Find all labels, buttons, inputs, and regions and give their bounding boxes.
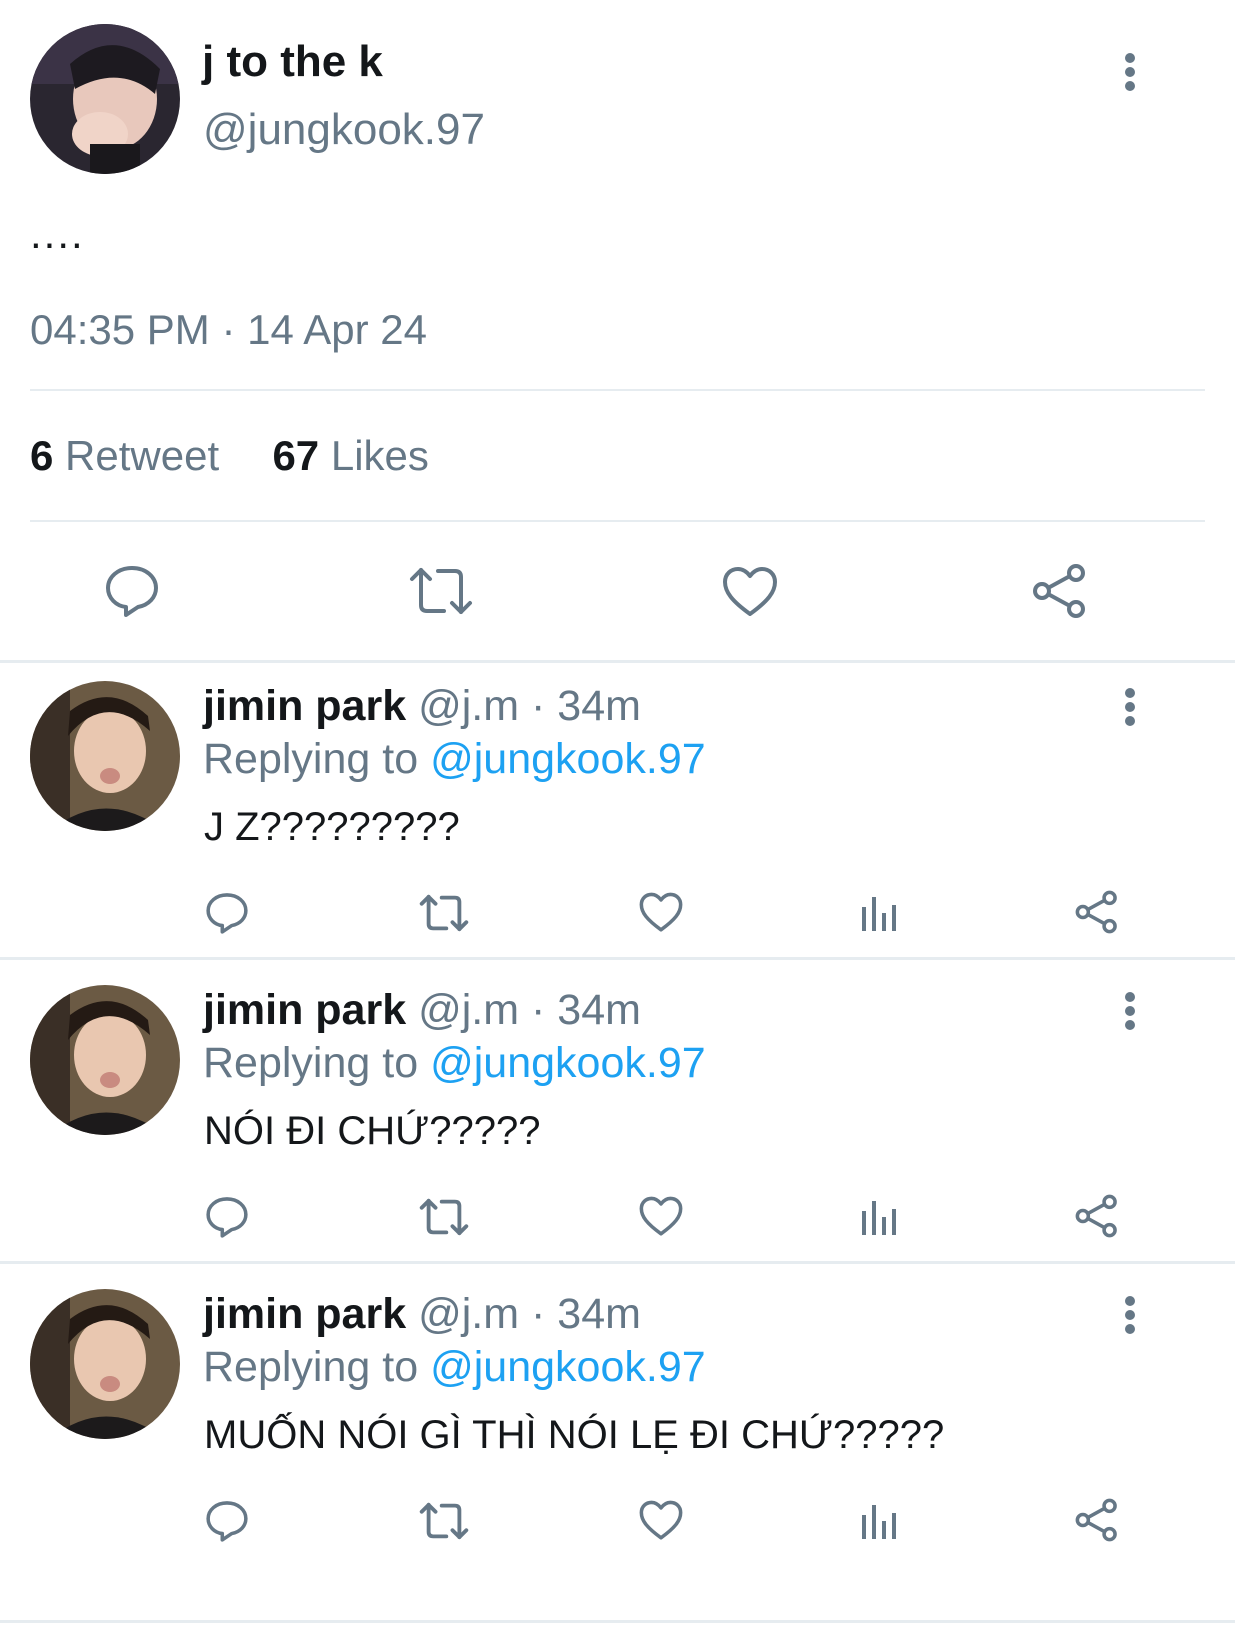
author-handle[interactable]: @jungkook.97 (203, 106, 485, 154)
reply-text: NÓI ĐI CHỨ????? (204, 1109, 541, 1153)
replying-label: Replying to (203, 1039, 419, 1087)
reply-handle[interactable]: @j.m (418, 986, 519, 1034)
heart-icon[interactable] (722, 566, 778, 618)
retweet-icon[interactable] (418, 893, 470, 933)
heart-icon[interactable] (639, 1500, 683, 1541)
date-separator: · (221, 306, 236, 353)
analytics-icon[interactable] (860, 893, 898, 933)
reply-text: MUỐN NÓI GÌ THÌ NÓI LẸ ĐI CHỨ????? (204, 1413, 945, 1457)
likes-count[interactable]: 67 (272, 432, 319, 479)
analytics-icon[interactable] (860, 1197, 898, 1237)
tweet-timestamp: 04:35 PM · 14 Apr 24 (30, 306, 427, 354)
reply-header: jimin park @j.m · 34m (203, 986, 641, 1035)
comment-icon[interactable] (205, 1499, 249, 1543)
tweet-text: .... (30, 210, 85, 257)
section-separator (0, 1261, 1235, 1264)
reply-time: 34m (557, 1290, 641, 1338)
heart-icon[interactable] (639, 892, 683, 933)
reply-handle[interactable]: @j.m (418, 682, 519, 730)
tweet-detail-screen: j to the k @jungkook.97 .... 04:35 PM · … (0, 0, 1235, 1626)
reply-display-name[interactable]: jimin park (203, 1290, 406, 1338)
share-icon[interactable] (1075, 1498, 1119, 1542)
divider (30, 520, 1205, 522)
retweet-icon[interactable] (418, 1501, 470, 1541)
mention-link[interactable]: @jungkook.97 (430, 735, 706, 783)
heart-icon[interactable] (639, 1196, 683, 1237)
reply-handle[interactable]: @j.m (418, 1290, 519, 1338)
section-separator (0, 1620, 1235, 1623)
replying-to: Replying to @jungkook.97 (203, 1343, 706, 1392)
replying-label: Replying to (203, 735, 419, 783)
retweet-icon[interactable] (418, 1197, 470, 1237)
comment-icon[interactable] (205, 891, 249, 935)
share-icon[interactable] (1032, 563, 1088, 619)
reply-avatar[interactable] (30, 681, 180, 831)
more-vertical-icon[interactable] (1120, 53, 1140, 93)
reply-header: jimin park @j.m · 34m (203, 682, 641, 731)
divider (30, 389, 1205, 391)
reply-header: jimin park @j.m · 34m (203, 1290, 641, 1339)
reply-avatar[interactable] (30, 985, 180, 1135)
replying-to: Replying to @jungkook.97 (203, 735, 706, 784)
tweet-date: 14 Apr 24 (247, 306, 427, 353)
replying-to: Replying to @jungkook.97 (203, 1039, 706, 1088)
retweet-count[interactable]: 6 (30, 432, 53, 479)
analytics-icon[interactable] (860, 1501, 898, 1541)
comment-icon[interactable] (104, 563, 160, 619)
time-separator: · (531, 1290, 546, 1338)
more-vertical-icon[interactable] (1120, 992, 1140, 1032)
mention-link[interactable]: @jungkook.97 (430, 1039, 706, 1087)
reply-time: 34m (557, 986, 641, 1034)
section-separator (0, 957, 1235, 960)
reply-time: 34m (557, 682, 641, 730)
comment-icon[interactable] (205, 1195, 249, 1239)
tweet-time: 04:35 PM (30, 306, 210, 353)
reply-display-name[interactable]: jimin park (203, 986, 406, 1034)
time-separator: · (531, 986, 546, 1034)
section-separator (0, 660, 1235, 663)
time-separator: · (531, 682, 546, 730)
reply-text: J Z????????? (204, 805, 460, 849)
more-vertical-icon[interactable] (1120, 1296, 1140, 1336)
author-avatar[interactable] (30, 24, 180, 174)
reply-avatar[interactable] (30, 1289, 180, 1439)
engagement-stats: 6 Retweet 67 Likes (30, 432, 429, 480)
reply-display-name[interactable]: jimin park (203, 682, 406, 730)
share-icon[interactable] (1075, 1194, 1119, 1238)
retweet-icon[interactable] (408, 565, 474, 617)
share-icon[interactable] (1075, 890, 1119, 934)
replying-label: Replying to (203, 1343, 419, 1391)
mention-link[interactable]: @jungkook.97 (430, 1343, 706, 1391)
likes-label[interactable]: Likes (331, 432, 429, 479)
author-display-name[interactable]: j to the k (202, 38, 383, 86)
retweet-label[interactable]: Retweet (65, 432, 219, 479)
more-vertical-icon[interactable] (1120, 688, 1140, 728)
